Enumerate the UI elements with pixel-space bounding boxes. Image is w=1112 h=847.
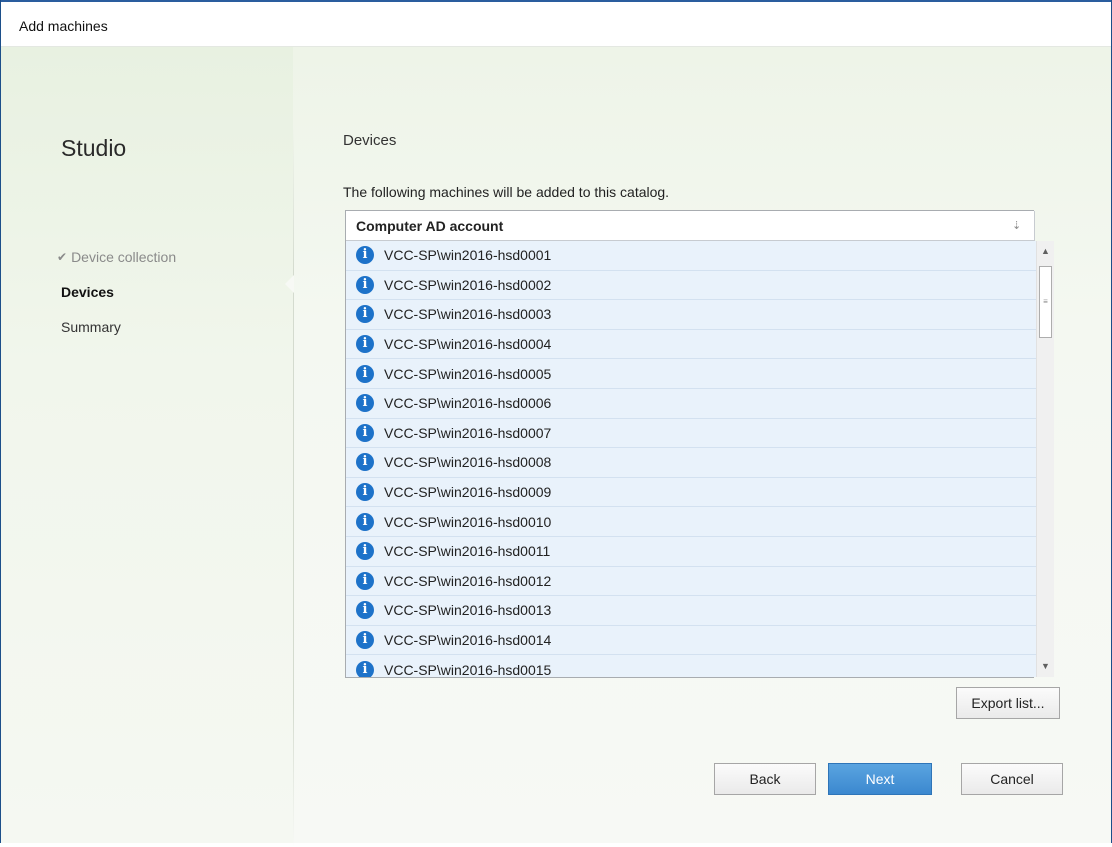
window-title: Add machines: [19, 18, 108, 34]
scroll-thumb[interactable]: ≡: [1039, 266, 1052, 338]
table-row[interactable]: i VCC-SP\win2016-hsd0009: [346, 477, 1036, 508]
pane-divider: [293, 127, 294, 847]
checkmark-icon: ✔: [57, 249, 68, 264]
add-machines-window: Add machines Studio ✔ Device collection …: [0, 0, 1112, 847]
table-row[interactable]: i VCC-SP\win2016-hsd0010: [346, 507, 1036, 537]
sort-descending-icon[interactable]: ⇣: [1012, 219, 1021, 232]
table-row[interactable]: i VCC-SP\win2016-hsd0007: [346, 418, 1036, 449]
table-row[interactable]: i VCC-SP\win2016-hsd0001: [346, 241, 1036, 271]
computer-account-cell: VCC-SP\win2016-hsd0003: [384, 306, 552, 323]
machines-table: Computer AD account ⇣ i VCC-SP\win2016-hs…: [345, 210, 1054, 678]
info-icon: i: [356, 364, 374, 383]
computer-account-cell: VCC-SP\win2016-hsd0008: [384, 454, 552, 471]
computer-account-cell: VCC-SP\win2016-hsd0001: [384, 247, 552, 264]
computer-account-cell: VCC-SP\win2016-hsd0006: [384, 395, 552, 412]
table-row[interactable]: i VCC-SP\win2016-hsd0004: [346, 329, 1036, 360]
table-row[interactable]: i VCC-SP\win2016-hsd0015: [346, 655, 1036, 677]
page-description: The following machines will be added to …: [343, 184, 670, 200]
step-summary[interactable]: Summary: [61, 309, 176, 344]
app-name: Studio: [61, 135, 127, 161]
step-label: Summary: [61, 318, 121, 335]
table-row[interactable]: i VCC-SP\win2016-hsd0008: [346, 448, 1036, 478]
header-separator: [1034, 211, 1035, 241]
computer-account-cell: VCC-SP\win2016-hsd0002: [384, 276, 552, 293]
computer-account-cell: VCC-SP\win2016-hsd0014: [384, 632, 552, 649]
computer-account-cell: VCC-SP\win2016-hsd0009: [384, 484, 552, 501]
table-row[interactable]: i VCC-SP\win2016-hsd0005: [346, 359, 1036, 389]
table-row[interactable]: i VCC-SP\win2016-hsd0002: [346, 270, 1036, 301]
info-icon: i: [356, 571, 374, 590]
wizard-body: Studio ✔ Device collection Devices Summa…: [1, 47, 1111, 847]
computer-account-cell: VCC-SP\win2016-hsd0011: [384, 543, 551, 560]
info-icon: i: [356, 542, 374, 561]
computer-account-cell: VCC-SP\win2016-hsd0004: [384, 336, 552, 353]
wizard-steps: ✔ Device collection Devices Summary: [57, 239, 177, 344]
step-device-collection[interactable]: ✔ Device collection: [57, 239, 177, 274]
scroll-up-arrow-icon[interactable]: ▲: [1037, 243, 1054, 260]
active-step-pointer: [285, 275, 294, 293]
computer-account-cell: VCC-SP\win2016-hsd0015: [384, 661, 552, 677]
cancel-button[interactable]: Cancel: [961, 763, 1063, 795]
scroll-down-arrow-icon[interactable]: ▼: [1037, 658, 1054, 675]
info-icon: i: [356, 335, 374, 354]
wizard-content: Devices The following machines will be a…: [343, 47, 1111, 843]
next-button[interactable]: Next: [828, 763, 932, 795]
info-icon: i: [356, 601, 374, 620]
table-row[interactable]: i VCC-SP\win2016-hsd0011: [346, 536, 1036, 567]
column-header-computer-ad-account[interactable]: Computer AD account: [346, 211, 1035, 241]
info-icon: i: [356, 305, 374, 324]
table-row[interactable]: i VCC-SP\win2016-hsd0003: [346, 300, 1036, 330]
step-label: Device collection: [71, 248, 177, 265]
computer-account-cell: VCC-SP\win2016-hsd0013: [384, 602, 552, 619]
info-icon: i: [356, 453, 374, 472]
computer-account-cell: VCC-SP\win2016-hsd0010: [384, 513, 552, 530]
table-row[interactable]: i VCC-SP\win2016-hsd0013: [346, 596, 1036, 626]
info-icon: i: [356, 423, 374, 442]
table-body: i VCC-SP\win2016-hsd0001 i VCC-SP\win2016-h…: [346, 241, 1036, 677]
table-row[interactable]: i VCC-SP\win2016-hsd0006: [346, 388, 1036, 419]
info-icon: i: [356, 631, 374, 650]
page-title: Devices: [343, 132, 397, 149]
computer-account-cell: VCC-SP\win2016-hsd0005: [384, 365, 552, 382]
info-icon: i: [356, 275, 374, 294]
table-row[interactable]: i VCC-SP\win2016-hsd0012: [346, 566, 1036, 597]
export-list-button[interactable]: Export list...: [956, 687, 1060, 719]
info-icon: i: [356, 483, 374, 502]
step-label: Devices: [61, 283, 114, 300]
vertical-scrollbar[interactable]: ▲ ≡ ▼: [1036, 241, 1054, 677]
info-icon: i: [356, 660, 374, 677]
back-button[interactable]: Back: [714, 763, 816, 795]
table-header: Computer AD account ⇣: [346, 211, 1035, 241]
title-bar: Add machines: [1, 0, 1111, 47]
table-row[interactable]: i VCC-SP\win2016-hsd0014: [346, 625, 1036, 656]
info-icon: i: [356, 246, 374, 265]
title-bar-accent: [1, 0, 1111, 2]
step-devices[interactable]: Devices: [61, 274, 176, 309]
computer-account-cell: VCC-SP\win2016-hsd0012: [384, 572, 552, 589]
info-icon: i: [356, 512, 374, 531]
computer-account-cell: VCC-SP\win2016-hsd0007: [384, 424, 552, 441]
wizard-sidebar: Studio ✔ Device collection Devices Summa…: [1, 47, 293, 843]
info-icon: i: [356, 394, 374, 413]
